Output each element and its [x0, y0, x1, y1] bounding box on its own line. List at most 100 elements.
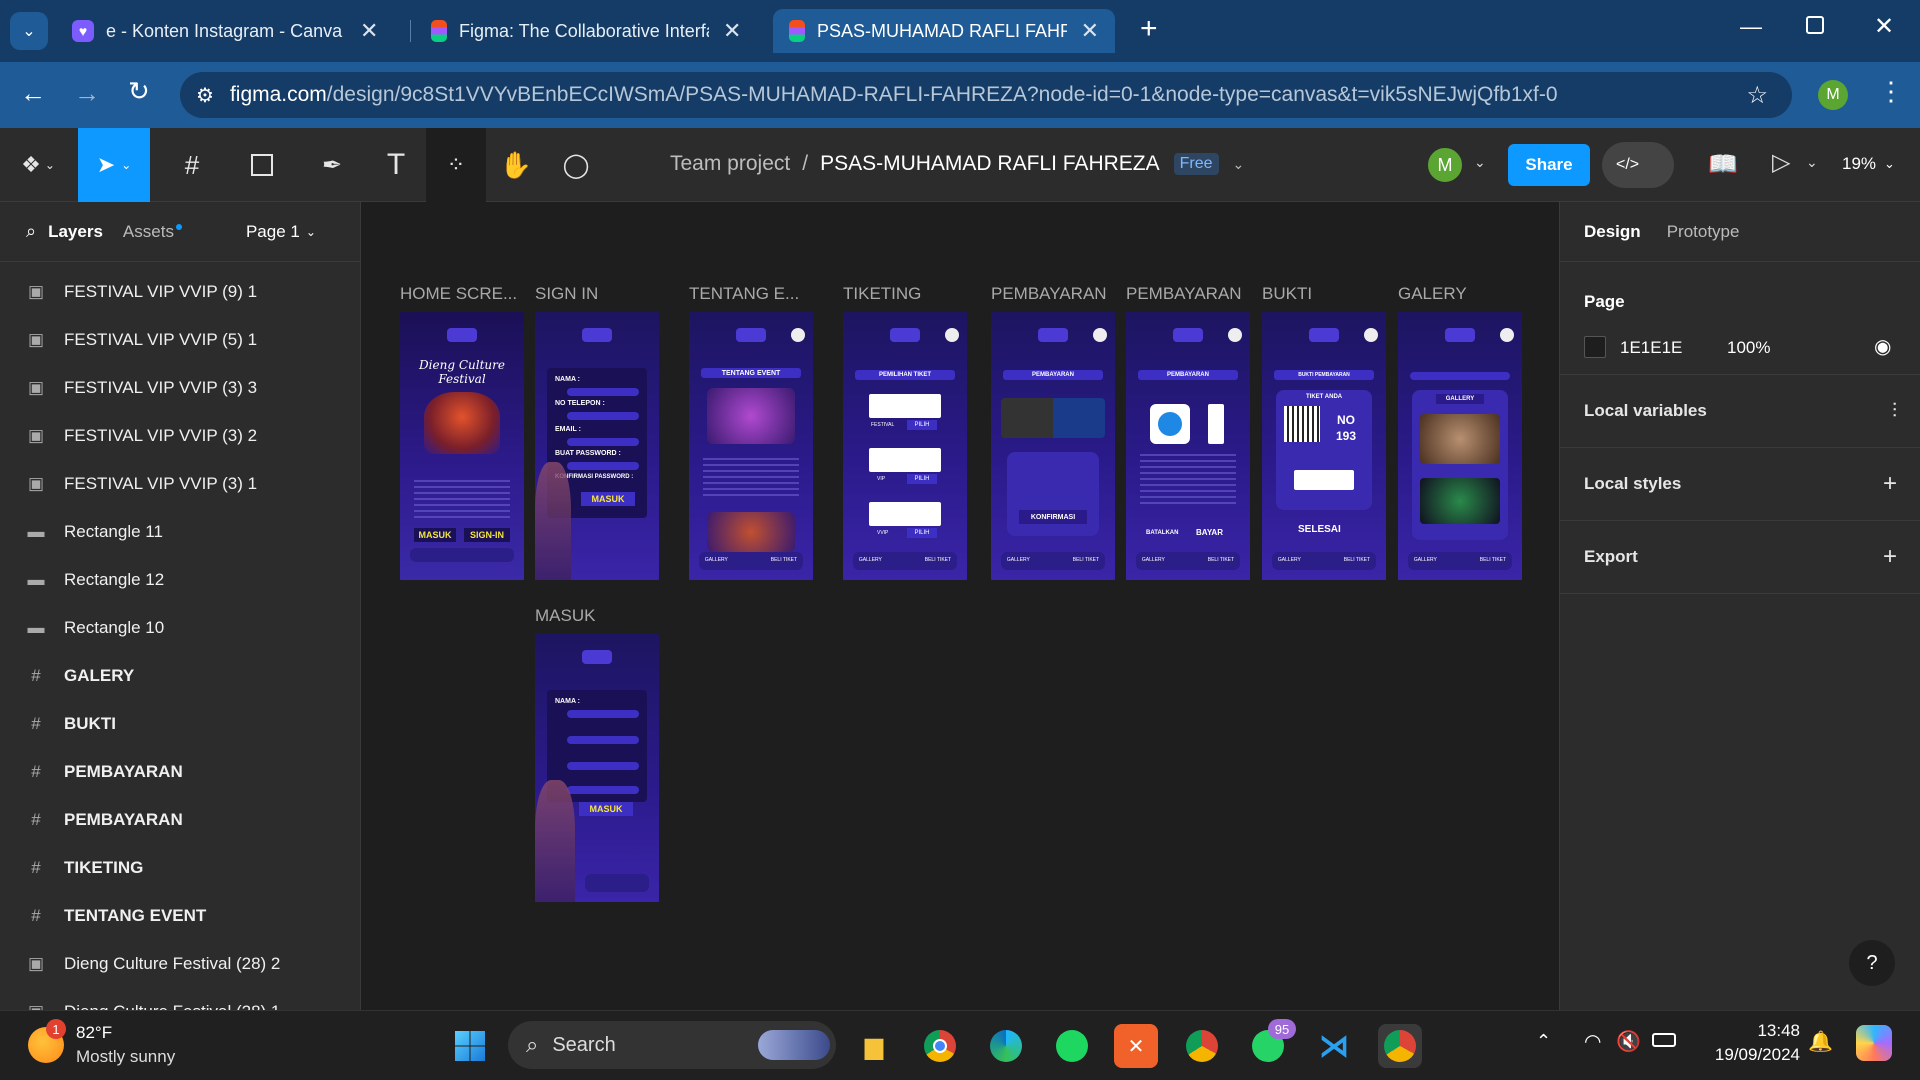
- main-menu-button[interactable]: ❖ ⌄: [12, 128, 64, 202]
- text-tool-button[interactable]: T: [376, 128, 416, 202]
- layer-row[interactable]: ▣ Dieng Culture Festival (28) 1: [0, 988, 360, 1010]
- kebab-menu-icon[interactable]: ⋮: [1878, 76, 1904, 107]
- layer-row[interactable]: ▣ FESTIVAL VIP VVIP (3) 2: [0, 412, 360, 460]
- chevron-down-icon[interactable]: ⌄: [1806, 154, 1818, 171]
- frame-pembayaran-2[interactable]: PEMBAYARAN BATALKAN BAYAR GALLERY BELI T…: [1126, 312, 1250, 580]
- reload-icon[interactable]: ↻: [128, 76, 150, 107]
- frame-sign-in[interactable]: NAMA : NO TELEPON : EMAIL : BUAT PASSWOR…: [535, 312, 659, 580]
- frame-label[interactable]: SIGN IN: [535, 284, 653, 304]
- notification-bell-icon[interactable]: 🔔: [1808, 1029, 1833, 1054]
- file-explorer-icon[interactable]: ▆: [852, 1024, 896, 1068]
- tab-search-button[interactable]: ⌄: [10, 12, 48, 50]
- frame-label[interactable]: PEMBAYARAN: [1126, 284, 1244, 304]
- new-tab-plus-icon[interactable]: +: [1140, 12, 1158, 46]
- canvas[interactable]: HOME SCRE... SIGN IN TENTANG E... TIKETI…: [362, 202, 1558, 1010]
- tab-layers[interactable]: Layers: [48, 222, 103, 242]
- battery-icon[interactable]: [1652, 1033, 1676, 1047]
- bg-color-hex[interactable]: 1E1E1E: [1620, 338, 1682, 358]
- collaborator-avatar[interactable]: M: [1426, 146, 1464, 184]
- hand-tool-button[interactable]: ✋: [496, 128, 536, 202]
- frame-tiketing[interactable]: PEMILIHAN TIKET FESTIVAL PILIH VIP PILIH…: [843, 312, 967, 580]
- layer-row[interactable]: # PEMBAYARAN: [0, 748, 360, 796]
- export-row[interactable]: Export +: [1560, 521, 1920, 594]
- shape-tool-button[interactable]: [234, 128, 290, 202]
- plus-icon[interactable]: +: [1883, 470, 1897, 498]
- frame-label[interactable]: MASUK: [535, 606, 653, 626]
- frame-label[interactable]: TIKETING: [843, 284, 961, 304]
- color-swatch[interactable]: [1584, 336, 1606, 358]
- move-tool-button[interactable]: ➤ ⌄: [78, 128, 150, 202]
- resources-button[interactable]: ⁘: [426, 128, 486, 202]
- xampp-icon[interactable]: ✕: [1114, 1024, 1158, 1068]
- layer-row[interactable]: ▣ FESTIVAL VIP VVIP (5) 1: [0, 316, 360, 364]
- chrome-active-icon[interactable]: [1378, 1024, 1422, 1068]
- sliders-icon[interactable]: ⫶: [1892, 400, 1897, 423]
- layer-row[interactable]: # GALERY: [0, 652, 360, 700]
- chrome-icon[interactable]: [918, 1024, 962, 1068]
- volume-muted-icon[interactable]: 🔇: [1616, 1029, 1641, 1054]
- copilot-icon[interactable]: [1856, 1025, 1892, 1061]
- team-project-link[interactable]: Team project: [670, 152, 790, 176]
- chrome-profile-icon[interactable]: [1180, 1024, 1224, 1068]
- layer-row[interactable]: ▬ Rectangle 12: [0, 556, 360, 604]
- plus-icon[interactable]: +: [1883, 543, 1897, 571]
- layer-row[interactable]: # TENTANG EVENT: [0, 892, 360, 940]
- frame-bukti[interactable]: BUKTI PEMBAYARAN TIKET ANDA NO 193 SELES…: [1262, 312, 1386, 580]
- close-icon[interactable]: ✕: [360, 18, 378, 44]
- frame-galery[interactable]: GALLERY GALLERY BELI TIKET: [1398, 312, 1522, 580]
- weather-description[interactable]: Mostly sunny: [76, 1047, 175, 1067]
- tab-canva[interactable]: ♥ e - Konten Instagram - Canva ✕: [56, 9, 394, 53]
- layer-row[interactable]: ▣ FESTIVAL VIP VVIP (3) 1: [0, 460, 360, 508]
- help-button[interactable]: ?: [1849, 940, 1895, 986]
- layer-row[interactable]: ▬ Rectangle 11: [0, 508, 360, 556]
- page-selector[interactable]: Page 1: [246, 222, 300, 242]
- frame-masuk[interactable]: NAMA : MASUK: [535, 634, 659, 902]
- present-play-icon[interactable]: ▷: [1772, 148, 1790, 177]
- tab-prototype[interactable]: Prototype: [1667, 222, 1740, 242]
- layer-row[interactable]: # TIKETING: [0, 844, 360, 892]
- layer-row[interactable]: ▣ FESTIVAL VIP VVIP (3) 3: [0, 364, 360, 412]
- edge-icon[interactable]: [984, 1024, 1028, 1068]
- spotify-icon[interactable]: [1050, 1024, 1094, 1068]
- bookmark-star-icon[interactable]: ☆: [1746, 81, 1768, 110]
- comment-tool-button[interactable]: ◯: [556, 128, 596, 202]
- local-variables-row[interactable]: Local variables ⫶: [1560, 375, 1920, 448]
- layer-row[interactable]: # PEMBAYARAN: [0, 796, 360, 844]
- minimize-icon[interactable]: —: [1740, 14, 1762, 40]
- restore-icon[interactable]: [1806, 16, 1824, 34]
- eye-icon[interactable]: ◉: [1874, 334, 1891, 359]
- frame-home-screen[interactable]: Dieng Culture Festival MASUK SIGN-IN: [400, 312, 524, 580]
- layer-row[interactable]: ▣ Dieng Culture Festival (28) 2: [0, 940, 360, 988]
- frame-tentang-event[interactable]: TENTANG EVENT GALLERY BELI TIKET: [689, 312, 813, 580]
- frame-label[interactable]: BUKTI: [1262, 284, 1380, 304]
- library-book-icon[interactable]: 📖: [1708, 150, 1738, 179]
- frame-label[interactable]: TENTANG E...: [689, 284, 807, 304]
- frame-pembayaran-1[interactable]: PEMBAYARAN KONFIRMASI GALLERY BELI TIKET: [991, 312, 1115, 580]
- file-name[interactable]: PSAS-MUHAMAD RAFLI FAHREZA: [820, 152, 1160, 176]
- tab-figma-home[interactable]: Figma: The Collaborative Interfa ✕: [415, 9, 757, 53]
- taskbar-search-box[interactable]: ⌕ Search: [508, 1021, 836, 1069]
- share-button[interactable]: Share: [1508, 144, 1590, 186]
- tab-figma-file[interactable]: PSAS-MUHAMAD RAFLI FAHREZ ✕: [773, 9, 1115, 53]
- tab-assets[interactable]: Assets: [123, 222, 174, 242]
- windows-start-icon[interactable]: [448, 1024, 492, 1068]
- frame-label[interactable]: GALERY: [1398, 284, 1516, 304]
- tab-design[interactable]: Design: [1584, 222, 1641, 242]
- forward-arrow-icon[interactable]: →: [74, 78, 100, 109]
- close-icon[interactable]: ✕: [723, 18, 741, 44]
- search-icon[interactable]: ⌕: [26, 221, 36, 242]
- layer-row[interactable]: # BUKTI: [0, 700, 360, 748]
- frame-label[interactable]: HOME SCRE...: [400, 284, 518, 304]
- profile-avatar[interactable]: M: [1818, 80, 1848, 110]
- bg-opacity[interactable]: 100%: [1727, 338, 1770, 358]
- chevron-down-icon[interactable]: ⌄: [1474, 154, 1486, 171]
- wifi-icon[interactable]: ◠: [1584, 1029, 1601, 1054]
- clock-date[interactable]: 19/09/2024: [1700, 1045, 1800, 1065]
- weather-temp[interactable]: 82°F: [76, 1023, 112, 1043]
- zoom-dropdown[interactable]: 19% ⌄: [1842, 154, 1895, 174]
- chevron-up-icon[interactable]: ⌃: [1536, 1031, 1551, 1052]
- frame-label[interactable]: PEMBAYARAN: [991, 284, 1109, 304]
- dev-mode-toggle[interactable]: </>: [1602, 142, 1674, 188]
- clock-time[interactable]: 13:48: [1700, 1021, 1800, 1041]
- close-icon[interactable]: ✕: [1081, 18, 1099, 44]
